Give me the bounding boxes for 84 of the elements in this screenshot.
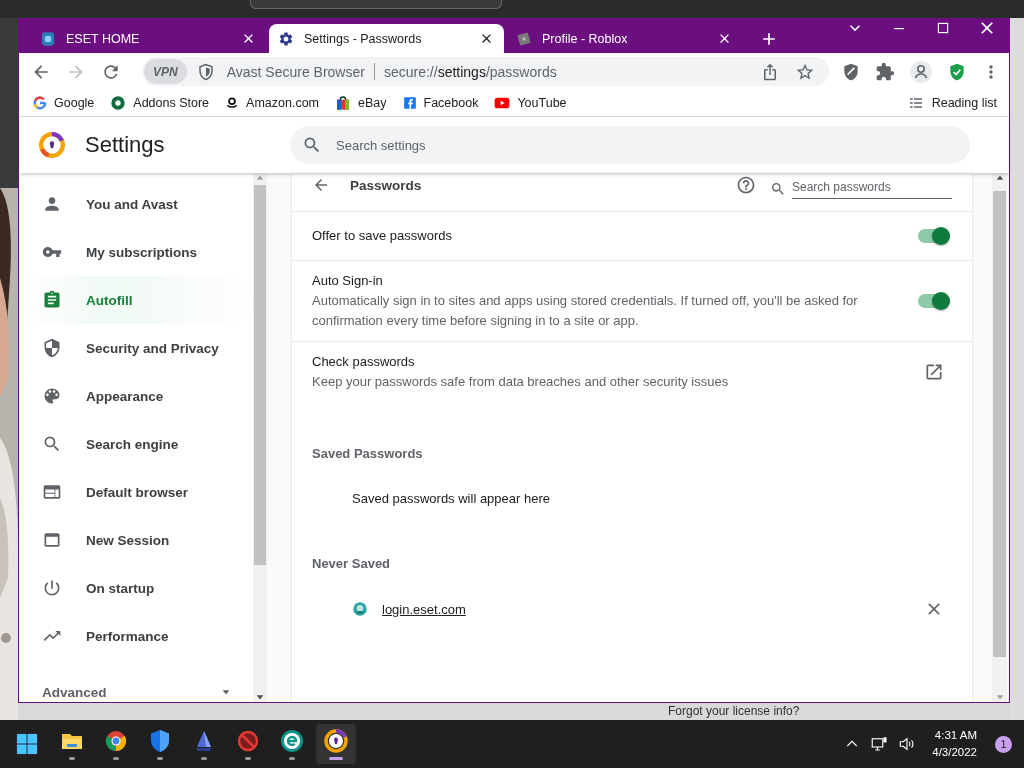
setting-description: Keep your passwords safe from data breaches and other security issues <box>312 373 730 391</box>
section-heading: Never Saved <box>311 556 392 571</box>
advanced-section-toggle[interactable]: Advanced <box>19 682 253 702</box>
sidebar-item[interactable]: Security and Privacy <box>19 324 253 372</box>
no-sign-icon <box>236 728 260 753</box>
open-external-icon[interactable] <box>924 362 944 382</box>
round-badge-icon <box>110 95 127 111</box>
caret-down-icon <box>221 687 231 697</box>
address-bar[interactable]: VPN Avast Secure Browser secure://settings/passwords <box>142 57 829 86</box>
list-icon <box>907 95 924 111</box>
browser-tab[interactable]: Settings - Passwords <box>269 24 504 53</box>
shield-badge-icon <box>40 30 56 47</box>
page-title: Passwords <box>350 177 423 193</box>
site-link[interactable]: login.eset.com <box>382 601 910 617</box>
puzzle-icon[interactable] <box>875 61 895 82</box>
setting-title: Auto Sign-in <box>312 272 384 290</box>
search-icon <box>302 135 322 155</box>
bookmark[interactable]: eBay <box>335 95 387 111</box>
sidebar-item[interactable]: Appearance <box>19 372 253 420</box>
browser-tab[interactable]: Profile - Roblox <box>507 24 742 53</box>
smile-arrow-icon <box>225 96 240 110</box>
toggle-switch[interactable] <box>918 229 948 243</box>
bookmark[interactable]: Facebook <box>402 96 479 110</box>
colored-ring-icon <box>33 96 47 110</box>
sidebar-item[interactable]: New Session <box>19 516 253 564</box>
play-icon <box>494 95 511 111</box>
sidebar-item[interactable]: Search engine <box>19 420 253 468</box>
toggle-switch[interactable] <box>918 294 948 308</box>
check-shield-icon[interactable] <box>947 61 967 82</box>
lock-ring-logo-icon <box>324 728 348 753</box>
ad-block-shield-icon[interactable] <box>841 61 861 82</box>
bookmark[interactable]: YouTube <box>494 95 567 111</box>
browser-name: Avast Secure Browser <box>226 63 365 80</box>
power-icon <box>42 578 62 598</box>
search-icon <box>770 181 786 197</box>
gear-icon <box>278 30 294 47</box>
sidebar-item[interactable]: My subscriptions <box>19 228 253 276</box>
notification-badge[interactable]: 1 <box>995 735 1012 753</box>
bookmark[interactable]: Google <box>33 96 95 110</box>
background-text: Forgot your license info? <box>668 704 800 718</box>
taskbar-app[interactable] <box>316 724 356 764</box>
settings-title: Settings <box>85 132 166 158</box>
setting-description: Automatically sign in to sites and apps using stored credentials. If turned off, you'll be asked for confirmation every time before signing in to a site or app. <box>312 292 859 330</box>
setting-title: Offer to save passwords <box>312 227 453 245</box>
search-icon <box>42 434 62 454</box>
letter-f-square-icon <box>402 96 417 110</box>
shield-icon <box>196 62 215 81</box>
share-icon[interactable] <box>761 62 779 81</box>
scrollbar-thumb[interactable] <box>993 191 1006 657</box>
scroll-up-arrow-icon[interactable] <box>994 173 1005 183</box>
network-icon[interactable] <box>870 735 889 753</box>
setting-title: Check passwords <box>312 353 416 371</box>
shopping-bag-icon <box>335 95 351 111</box>
url-text: secure://settings/passwords <box>383 63 558 80</box>
scroll-down-arrow-icon[interactable] <box>255 692 265 702</box>
profile-icon[interactable] <box>909 59 933 84</box>
globe-badge-icon <box>352 601 368 617</box>
bookmark[interactable]: Amazon.com <box>225 96 319 110</box>
vpn-button[interactable]: VPN <box>144 59 187 84</box>
section-heading: Saved Passwords <box>311 446 424 461</box>
sidebar-item[interactable]: Default browser <box>19 468 253 516</box>
empty-message: Saved passwords will appear here <box>351 491 551 506</box>
help-icon[interactable] <box>736 175 756 195</box>
search-passwords-field[interactable]: Search passwords <box>770 179 952 199</box>
window-icon <box>42 530 62 550</box>
palette-icon <box>42 386 62 406</box>
browser-window-icon <box>42 482 62 502</box>
shield-icon <box>42 338 62 358</box>
bookmark[interactable]: Addons Store <box>110 95 210 111</box>
sidebar-item[interactable]: You and Avast <box>19 180 253 228</box>
lock-ring-logo-icon <box>39 132 65 158</box>
reading-list-button[interactable]: Reading list <box>907 95 997 111</box>
colored-circle-icon <box>104 728 128 753</box>
speaker-icon[interactable] <box>898 735 917 753</box>
browser-tab[interactable]: ESET HOME <box>31 24 266 53</box>
sidebar-item[interactable]: Performance <box>19 612 253 660</box>
sidebar-item[interactable]: On startup <box>19 564 253 612</box>
windows-start-icon[interactable] <box>16 733 38 755</box>
clipboard-icon <box>42 290 62 310</box>
e-circle-icon <box>280 728 304 753</box>
clock[interactable]: 4:31 AM 4/3/2022 <box>932 727 977 761</box>
search-settings-field[interactable]: Search settings <box>290 126 970 164</box>
scrollbar-thumb[interactable] <box>254 185 266 565</box>
shield-icon <box>148 728 172 753</box>
